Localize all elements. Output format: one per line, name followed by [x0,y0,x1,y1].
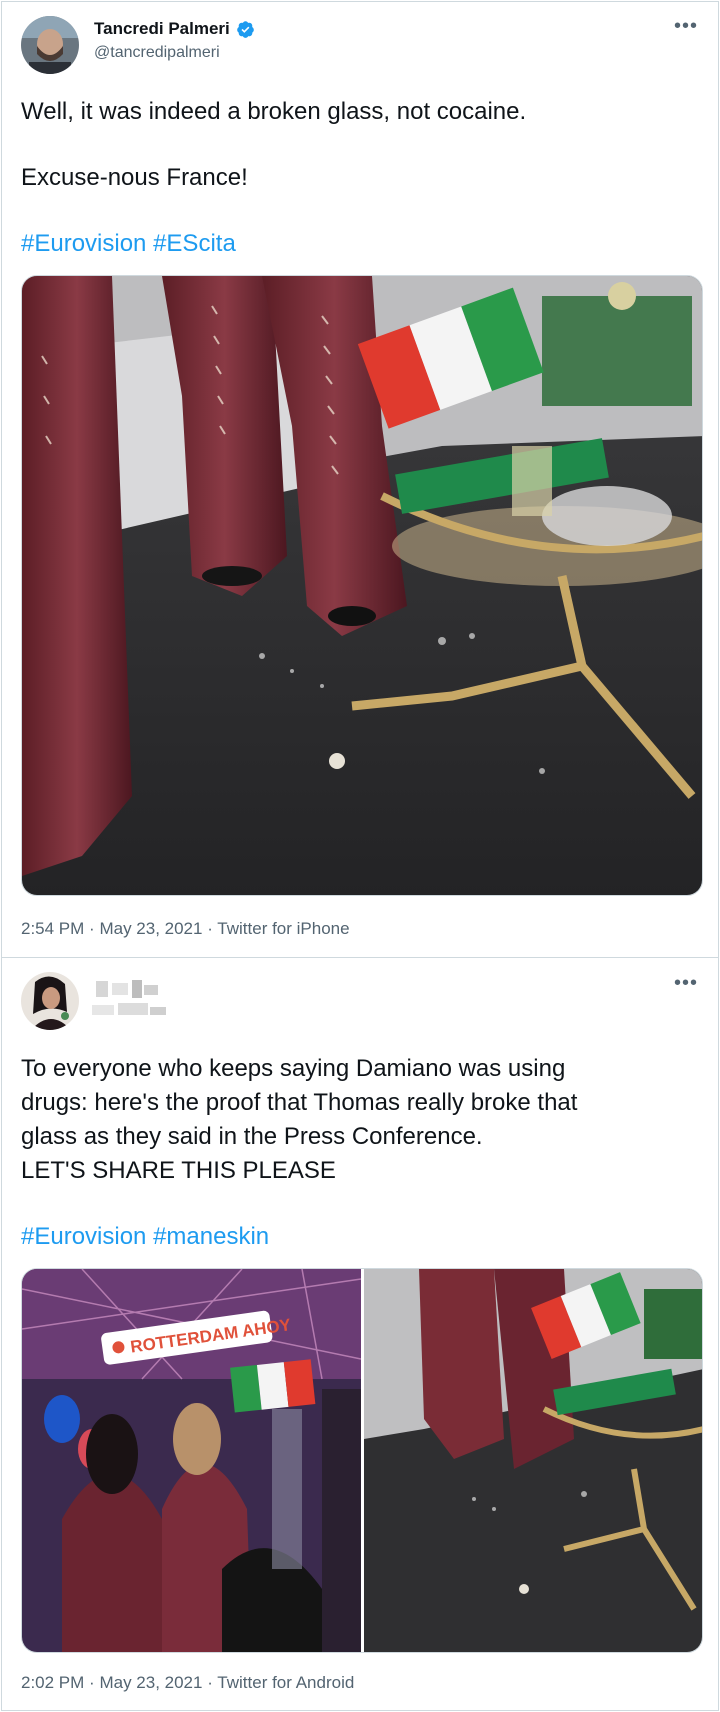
tweet-media-image-right[interactable] [364,1269,702,1652]
meta-separator: · [89,919,95,938]
hashtag-link[interactable]: #EScita [153,230,236,257]
hashtags-row: #Eurovision #maneskin [21,1220,701,1254]
tweet-time[interactable]: 2:02 PM [21,1673,84,1692]
meta-separator: · [207,919,213,938]
more-options-icon[interactable]: ••• [674,973,698,993]
hashtag-link[interactable]: #maneskin [153,1223,269,1250]
tweet-text-line: Well, it was indeed a broken glass, not … [21,98,527,125]
tweet-source[interactable]: Twitter for Android [217,1673,354,1692]
meta-separator: · [207,1673,213,1692]
arena-photo: ROTTERDAM AHOY [22,1269,361,1652]
tweet-media-image-left[interactable]: ROTTERDAM AHOY [22,1269,361,1652]
hashtags-row: #Eurovision #EScita [21,227,701,261]
tweet-text-line: glass as they said in the Press Conferen… [21,1123,483,1150]
tweet-timestamp[interactable]: 2:02 PM · May 23, 2021 · Twitter for And… [21,1673,354,1693]
hashtag-link[interactable]: #Eurovision [21,230,146,257]
meta-separator: · [89,1673,95,1692]
avatar[interactable] [21,972,79,1030]
broken-glass-photo [22,276,702,895]
tweet-2[interactable]: ••• To everyone who keeps saying Damiano… [2,959,718,1711]
tweet-text-line: Excuse-nous France! [21,164,248,191]
more-options-icon[interactable]: ••• [674,16,698,36]
tweet-text-line: drugs: here's the proof that Thomas real… [21,1089,578,1116]
tweet-thread: Tancredi Palmeri @tancredipalmeri ••• We… [1,1,719,1711]
tweet-timestamp[interactable]: 2:54 PM · May 23, 2021 · Twitter for iPh… [21,919,350,939]
broken-glass-photo-crop [364,1269,702,1652]
hashtag-link[interactable]: #Eurovision [21,1223,146,1250]
tweet-text-line: To everyone who keeps saying Damiano was… [21,1055,566,1082]
author-handle[interactable]: @tancredipalmeri [94,44,220,62]
author-name[interactable]: Tancredi Palmeri [94,19,230,39]
tweet-media-grid: ROTTERDAM AHOY [21,1268,703,1653]
tweet-1[interactable]: Tancredi Palmeri @tancredipalmeri ••• We… [2,2,718,958]
tweet-date[interactable]: May 23, 2021 [99,919,202,938]
verified-badge-icon [236,20,254,38]
tweet-text-line: LET'S SHARE THIS PLEASE [21,1157,336,1184]
tweet-source[interactable]: Twitter for iPhone [217,919,349,938]
tweet-time[interactable]: 2:54 PM [21,919,84,938]
tweet-media-image[interactable] [21,275,703,896]
blurred-author-name [88,977,178,1023]
author-name-row[interactable]: Tancredi Palmeri [94,19,255,39]
tweet-date[interactable]: May 23, 2021 [99,1673,202,1692]
avatar[interactable] [21,16,79,74]
